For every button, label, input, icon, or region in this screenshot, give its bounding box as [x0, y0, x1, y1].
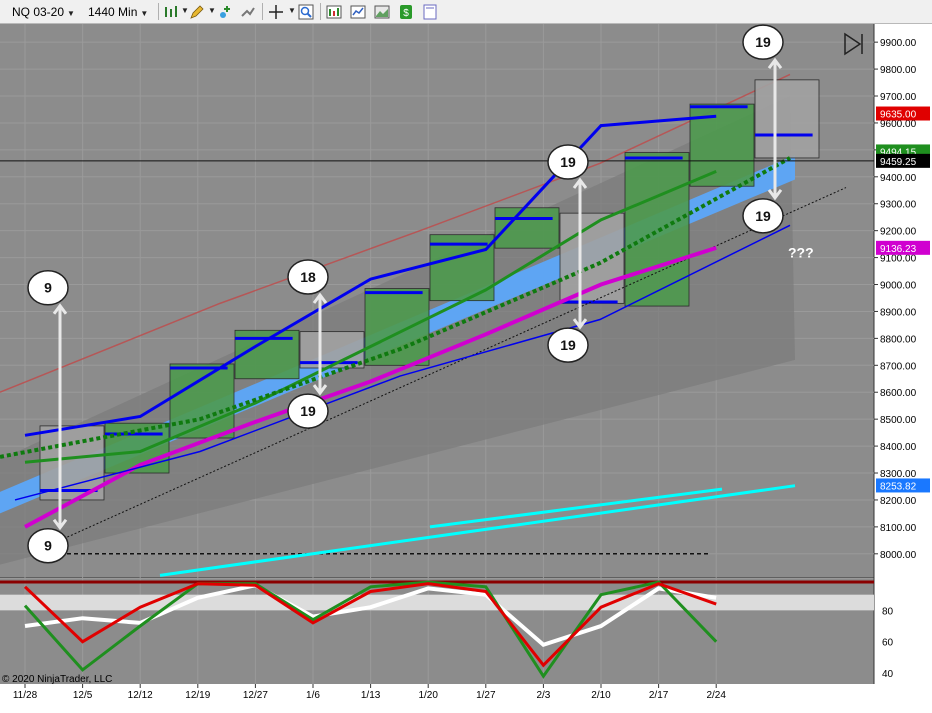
y-tick-label: 8100.00	[880, 523, 917, 534]
timeframe-label: 1440 Min	[88, 5, 138, 19]
price-flag-label: 9635.00	[880, 110, 917, 121]
count-label: 9	[44, 538, 52, 554]
x-tick-label: 12/27	[243, 690, 268, 701]
chevron-down-icon[interactable]: ▼	[181, 6, 189, 15]
y-tick-label: 8200.00	[880, 496, 917, 507]
price-flag-label: 8253.82	[880, 481, 917, 492]
count-label: 9	[44, 280, 52, 296]
x-tick-label: 1/27	[476, 690, 496, 701]
chevron-down-icon: ▼	[140, 9, 149, 18]
strategy-icon[interactable]	[240, 4, 256, 20]
y-tick-label: 8500.00	[880, 415, 917, 426]
dollar-icon[interactable]: $	[398, 4, 414, 20]
osc-tick-label: 60	[882, 638, 894, 649]
watermark: © 2020 NinjaTrader, LLC	[2, 674, 112, 685]
y-tick-label: 9100.00	[880, 254, 917, 265]
toolbar-divider	[320, 3, 321, 20]
y-tick-label: 9400.00	[880, 173, 917, 184]
x-tick-label: 2/17	[649, 690, 669, 701]
x-tick-label: 1/13	[361, 690, 381, 701]
x-tick-label: 11/28	[13, 690, 38, 701]
chevron-down-icon[interactable]: ▼	[208, 6, 216, 15]
chart-properties-icon[interactable]	[350, 4, 366, 20]
blank-page-icon[interactable]	[422, 4, 438, 20]
count-label: 19	[755, 208, 771, 224]
weekly-range-box	[754, 79, 820, 159]
y-tick-label: 9600.00	[880, 119, 917, 130]
zoom-icon[interactable]	[298, 4, 314, 20]
y-tick-label: 8600.00	[880, 388, 917, 399]
x-tick-label: 12/5	[73, 690, 93, 701]
crosshair-icon[interactable]	[268, 4, 284, 20]
question-label: ???	[788, 245, 814, 261]
instrument-label: NQ 03-20	[12, 5, 65, 19]
count-label: 18	[300, 269, 316, 285]
x-tick-label: 12/12	[128, 690, 153, 701]
count-label: 19	[560, 337, 576, 353]
svg-text:$: $	[403, 8, 409, 19]
y-tick-label: 9000.00	[880, 281, 917, 292]
price-flag-label: 9459.25	[880, 157, 917, 168]
weekly-range-box	[624, 152, 690, 307]
chart-toolbar: NQ 03-20 ▼ 1440 Min ▼ ▼ ▼ ▼ $	[0, 0, 932, 24]
chevron-down-icon: ▼	[67, 9, 75, 18]
y-tick-label: 9200.00	[880, 227, 917, 238]
add-indicator-icon[interactable]	[218, 4, 234, 20]
osc-tick-label: 80	[882, 606, 894, 617]
y-tick-label: 9800.00	[880, 65, 917, 76]
y-tick-label: 8300.00	[880, 469, 917, 480]
y-tick-label: 8800.00	[880, 334, 917, 345]
y-tick-label: 8900.00	[880, 307, 917, 318]
y-tick-label: 8700.00	[880, 361, 917, 372]
timeframe-selector[interactable]: 1440 Min ▼	[84, 3, 152, 22]
x-tick-label: 1/6	[306, 690, 320, 701]
weekly-range-box	[364, 288, 430, 366]
y-tick-label: 9300.00	[880, 200, 917, 211]
x-tick-label: 2/3	[536, 690, 550, 701]
y-tick-label: 9900.00	[880, 38, 917, 49]
osc-tick-label: 40	[882, 669, 894, 680]
count-label: 19	[300, 403, 316, 419]
osc-overbought-zone	[0, 594, 874, 611]
x-tick-label: 1/20	[418, 690, 438, 701]
count-label: 19	[560, 154, 576, 170]
x-tick-label: 2/10	[591, 690, 611, 701]
pencil-draw-icon[interactable]	[189, 4, 205, 20]
y-tick-label: 9700.00	[880, 92, 917, 103]
toolbar-divider	[158, 3, 159, 20]
chart-svg[interactable]: 9900.009800.009700.009600.009500.009400.…	[0, 24, 932, 708]
bar-style-icon[interactable]	[163, 4, 179, 20]
chevron-down-icon[interactable]: ▼	[288, 6, 296, 15]
chart-area[interactable]: 9900.009800.009700.009600.009500.009400.…	[0, 24, 932, 708]
price-flag-label: 9136.23	[880, 244, 917, 255]
x-tick-label: 2/24	[706, 690, 726, 701]
y-tick-label: 8000.00	[880, 550, 917, 561]
x-tick-label: 12/19	[185, 690, 210, 701]
instrument-selector[interactable]: NQ 03-20 ▼	[8, 3, 79, 22]
chart-style-icon[interactable]	[374, 4, 390, 20]
toolbar-divider	[262, 3, 263, 20]
data-box-icon[interactable]	[326, 4, 342, 20]
y-tick-label: 8400.00	[880, 442, 917, 453]
count-label: 19	[755, 34, 771, 50]
